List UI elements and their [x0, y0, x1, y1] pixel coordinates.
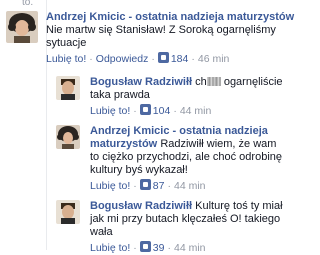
comment-author[interactable]: Bogusław Radziwiłł [90, 200, 192, 212]
comment-3: Andrzej Kmicic - ostatnia nadzieja matur… [56, 125, 296, 193]
comment-2: Bogusław Radziwiłł ch ogarnęliście taka … [56, 76, 296, 118]
comment-4: Bogusław Radziwiłł Kulturę toś ty miał j… [56, 200, 296, 255]
thumbs-up-icon [139, 179, 151, 190]
like-link[interactable]: Lubię to! [90, 180, 130, 192]
thumbs-up-icon [139, 241, 151, 252]
previous-comment-fragment: to. [22, 0, 34, 8]
comment-meta: Lubię to! · 87 · 44 min [90, 179, 206, 192]
thumbs-up-icon [139, 104, 151, 115]
like-count[interactable]: 87 [153, 180, 165, 192]
like-count[interactable]: 39 [153, 242, 165, 254]
like-link[interactable]: Lubię to! [46, 53, 86, 65]
comment-meta: Lubię to! · 39 · 44 min [90, 241, 206, 254]
comment-time[interactable]: 44 min [174, 242, 206, 254]
comment-time[interactable]: 46 min [198, 53, 230, 65]
thumbs-up-icon [157, 52, 169, 63]
comment-1: Andrzej Kmicic - ostatnia nadzieja matur… [6, 11, 296, 66]
comment-text-start: ch [195, 76, 207, 88]
comment-text: Nie martw się Stanisław! Z Soroką ogarnę… [46, 24, 276, 49]
like-count[interactable]: 104 [153, 105, 171, 117]
like-count[interactable]: 184 [171, 53, 189, 65]
comment-time[interactable]: 44 min [180, 105, 212, 117]
avatar-radziwill[interactable] [56, 200, 80, 224]
like-link[interactable]: Lubię to! [90, 242, 130, 254]
avatar-kmicic[interactable] [56, 125, 80, 149]
avatar-kmicic[interactable] [6, 11, 38, 43]
comment-author[interactable]: Andrzej Kmicic - ostatnia nadzieja matur… [46, 11, 294, 23]
reply-link[interactable]: Odpowiedz [96, 53, 149, 65]
like-link[interactable]: Lubię to! [90, 105, 130, 117]
comment-meta: Lubię to! · Odpowiedz · 184 · 46 min [46, 52, 230, 65]
comment-time[interactable]: 44 min [174, 180, 206, 192]
avatar-radziwill[interactable] [56, 76, 80, 100]
censored-word [206, 77, 221, 86]
comment-meta: Lubię to! · 104 · 44 min [90, 104, 212, 117]
comment-author[interactable]: Bogusław Radziwiłł [90, 76, 192, 88]
